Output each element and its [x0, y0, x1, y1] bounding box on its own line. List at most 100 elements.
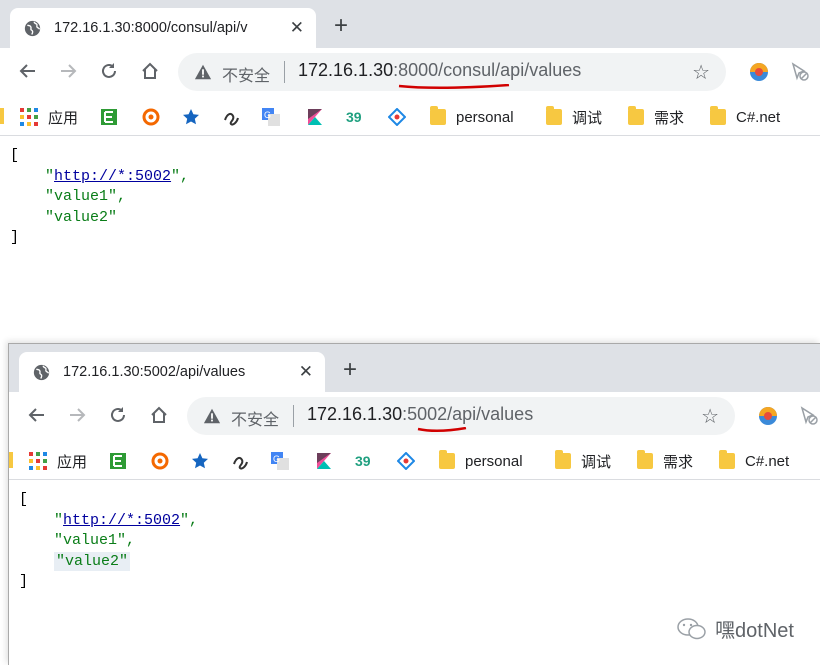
json-line: "value1", [45, 188, 127, 205]
bookmark-39[interactable]: 39 [346, 106, 364, 128]
cursor-extension-icon[interactable] [799, 406, 819, 426]
folder-icon [546, 106, 562, 125]
forward-arrow-icon [70, 408, 86, 422]
bookmark-folder-debug[interactable]: 调试 [555, 450, 611, 472]
back-button[interactable] [25, 405, 49, 431]
bookmark-grafana[interactable] [151, 450, 169, 472]
bookmark-folder-requirements[interactable]: 需求 [628, 106, 684, 128]
bookmark-diamond[interactable] [388, 106, 406, 128]
json-response: [ "http://*:5002", "value1", "value2" ] [9, 480, 820, 593]
folder-icon [710, 106, 726, 125]
bookmark-folder-csharp[interactable]: C#.net [719, 450, 789, 472]
json-value2: value2 [65, 552, 120, 570]
json-open-bracket: [ [10, 147, 20, 164]
json-url-link[interactable]: http://*:5002 [54, 168, 171, 185]
not-secure-label[interactable]: 不安全 [231, 406, 279, 430]
watermark: 嘿dotNet [677, 614, 794, 643]
active-tab[interactable]: 172.16.1.30:5002/api/values ✕ [19, 352, 325, 392]
bookmark-apps[interactable]: 应用 [29, 450, 87, 472]
bookmark-kibana[interactable] [315, 450, 333, 472]
json-response: [ "http://*:5002", "value1", "value2" ] [0, 136, 820, 249]
tab-strip: 172.16.1.30:8000/consul/api/v ✕ + [0, 0, 820, 48]
bookmark-label: C#.net [745, 452, 790, 470]
home-icon [151, 406, 167, 423]
bookmark-star-icon[interactable]: ☆ [692, 60, 710, 85]
evernote-icon [110, 453, 126, 469]
json-value1: value1 [54, 188, 109, 205]
diamond-icon [388, 108, 406, 126]
url-port-path: :8000/consul [393, 60, 496, 80]
bookmarks-bar: 应用 G 39 personal 调试 需求 C#.net [9, 442, 820, 480]
bookmark-evernote[interactable] [100, 106, 118, 128]
close-tab-icon[interactable]: ✕ [290, 18, 304, 38]
bookmark-folder-personal[interactable]: personal [439, 450, 523, 472]
json-line: "http://*:5002", [54, 511, 199, 529]
active-tab[interactable]: 172.16.1.30:8000/consul/api/v ✕ [10, 8, 316, 48]
number-39-icon: 39 [355, 453, 371, 469]
extension-icon[interactable] [748, 60, 770, 82]
bookmark-label: 调试 [581, 453, 612, 471]
folder-icon [637, 450, 653, 469]
bookmark-apps[interactable]: 应用 [20, 106, 78, 128]
grafana-icon [142, 108, 160, 126]
reload-button[interactable] [97, 61, 121, 87]
url-host: 172.16.1.30 [307, 404, 403, 424]
bookmark-star[interactable] [182, 106, 200, 128]
reload-icon [102, 63, 116, 78]
home-button[interactable] [138, 61, 162, 87]
extension-icon[interactable] [757, 404, 779, 426]
bookmark-folder-requirements[interactable]: 需求 [637, 450, 693, 472]
globe-icon [24, 20, 41, 36]
home-button[interactable] [147, 405, 171, 431]
url-text[interactable]: 172.16.1.30:5002/api/values [307, 404, 533, 425]
folder-icon [555, 450, 571, 469]
svg-text:G: G [264, 110, 271, 120]
bookmark-star-icon[interactable]: ☆ [701, 404, 719, 429]
cursor-extension-icon[interactable] [790, 62, 810, 82]
bookmark-label: 需求 [663, 453, 694, 471]
new-tab-button[interactable]: + [334, 14, 348, 38]
warning-icon [194, 64, 212, 80]
bookmark-label: 应用 [48, 109, 79, 127]
forward-button[interactable] [56, 61, 80, 87]
bookmark-label: C#.net [736, 108, 781, 126]
back-button[interactable] [16, 61, 40, 87]
bookmark-label: personal [456, 108, 514, 126]
folder-icon [719, 450, 735, 469]
bookmark-script[interactable] [231, 450, 249, 472]
kibana-icon [308, 109, 322, 125]
folder-icon [628, 106, 644, 125]
not-secure-label[interactable]: 不安全 [222, 62, 270, 86]
globe-icon [33, 364, 50, 380]
bookmark-grafana[interactable] [142, 106, 160, 128]
url-host: 172.16.1.30 [298, 60, 394, 80]
bookmark-kibana[interactable] [306, 106, 324, 128]
forward-button[interactable] [65, 405, 89, 431]
bookmark-folder-personal[interactable]: personal [430, 106, 514, 128]
bookmark-translate[interactable]: G [262, 106, 280, 128]
bookmark-script[interactable] [222, 106, 240, 128]
bookmark-translate[interactable]: G [271, 450, 289, 472]
url-text[interactable]: 172.16.1.30:8000/consul/api/values [298, 60, 581, 81]
bookmark-39[interactable]: 39 [355, 450, 373, 472]
bookmark-diamond[interactable] [397, 450, 415, 472]
tab-title: 172.16.1.30:5002/api/values [63, 364, 246, 380]
reload-button[interactable] [106, 405, 130, 431]
new-tab-button[interactable]: + [343, 358, 357, 382]
toolbar: 不安全 172.16.1.30:5002/api/values ☆ [9, 392, 820, 442]
folder-icon [439, 450, 455, 469]
folder-icon [9, 452, 13, 468]
blue-star-icon [183, 109, 199, 125]
close-tab-icon[interactable]: ✕ [299, 362, 313, 382]
bookmark-star[interactable] [191, 450, 209, 472]
bookmark-label: 调试 [572, 109, 603, 127]
bookmark-folder-csharp[interactable]: C#.net [710, 106, 780, 128]
bookmark-folder-debug[interactable]: 调试 [546, 106, 602, 128]
back-arrow-icon [19, 64, 35, 78]
json-url-link[interactable]: http://*:5002 [63, 512, 180, 529]
kibana-icon [317, 453, 331, 469]
bookmark-evernote[interactable] [109, 450, 127, 472]
tab-strip: 172.16.1.30:5002/api/values ✕ + [9, 344, 820, 392]
url-port-path: :5002 [402, 404, 448, 424]
url-rest: /api/values [495, 60, 582, 80]
